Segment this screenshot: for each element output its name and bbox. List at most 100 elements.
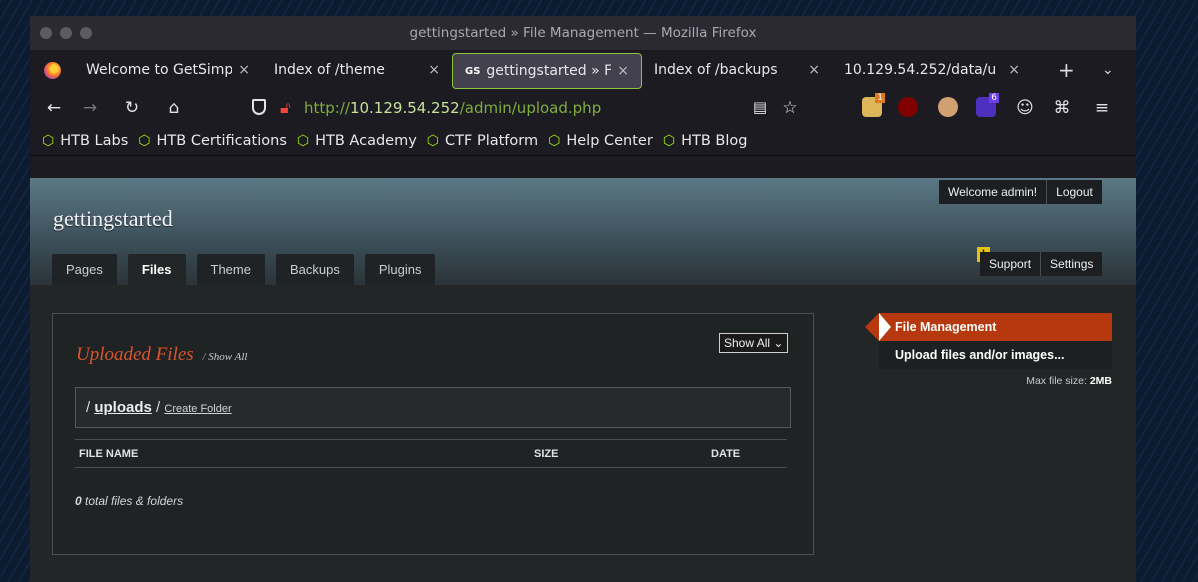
htb-cube-icon: ⬡	[296, 132, 310, 149]
bookmark-label: HTB Blog	[681, 132, 748, 149]
page-content: gettingstarted Welcome admin! Logout ! S…	[30, 178, 1136, 582]
tab-label: gettingstarted » F	[486, 63, 612, 79]
home-button[interactable]: ⌂	[164, 98, 184, 118]
extension-badge: 1	[875, 93, 885, 103]
htb-cube-icon: ⬡	[548, 132, 561, 149]
bookmark-htb-academy[interactable]: ⬡ HTB Academy	[297, 133, 417, 149]
forward-button[interactable]: →	[80, 98, 100, 118]
browser-window: gettingstarted » File Management — Mozil…	[30, 16, 1136, 582]
url-scheme: http://	[304, 99, 350, 117]
extension-icon[interactable]: 1	[862, 93, 885, 117]
create-folder-link[interactable]: Create Folder	[164, 403, 231, 415]
gs-favicon: GS	[465, 65, 481, 77]
tab-label: Index of /backups	[654, 62, 778, 78]
bookmark-ctf-platform[interactable]: ⬡ CTF Platform	[427, 133, 538, 149]
tracking-protection-shield-icon[interactable]	[252, 99, 266, 115]
support-menu: Support Settings	[980, 252, 1103, 276]
hamburger-menu-icon[interactable]: ≡	[1092, 98, 1112, 118]
bookmark-label: CTF Platform	[445, 132, 539, 149]
extension-icon[interactable]	[938, 97, 958, 117]
tab-data-uploads[interactable]: 10.129.54.252/data/u ×	[832, 50, 1032, 90]
max-file-size: Max file size: 2MB	[879, 375, 1112, 387]
firefox-menu-button[interactable]	[30, 61, 74, 79]
site-title[interactable]: gettingstarted	[53, 206, 173, 232]
uploads-folder-link[interactable]: uploads	[94, 399, 152, 416]
reload-button[interactable]: ↻	[122, 98, 142, 118]
path-root: /	[86, 399, 91, 416]
file-table-header: FILE NAME SIZE DATE	[75, 439, 787, 468]
bookmark-star-icon[interactable]: ☆	[780, 98, 800, 118]
page-action-icon[interactable]: ▤	[750, 98, 770, 116]
tab-close-button[interactable]: ×	[617, 63, 629, 79]
bookmark-label: HTB Academy	[315, 132, 417, 149]
list-all-tabs-button[interactable]: ⌄	[1102, 50, 1114, 90]
tab-files[interactable]: Files	[127, 254, 186, 285]
cookie-icon[interactable]: ☺	[1015, 98, 1035, 118]
htb-cube-icon: ⬡	[662, 132, 676, 149]
file-panel: Uploaded Files / Show All Show All ⌄ / u…	[52, 313, 814, 555]
sidebar-item-upload[interactable]: Upload files and/or images...	[879, 341, 1112, 369]
tab-index-theme[interactable]: Index of /theme ×	[262, 50, 452, 90]
tab-pages[interactable]: Pages	[52, 254, 117, 285]
minimize-window-button[interactable]	[60, 27, 72, 39]
back-button[interactable]: ←	[44, 98, 64, 118]
uploaded-files-heading: Uploaded Files / Show All	[76, 344, 247, 366]
new-tab-button[interactable]: +	[1058, 50, 1075, 90]
tab-close-button[interactable]: ×	[1008, 62, 1020, 78]
htb-cube-icon: ⬡	[138, 132, 151, 149]
tab-file-management[interactable]: GS gettingstarted » F ×	[452, 53, 642, 89]
main-nav-tabs: Pages Files Theme Backups Plugins	[52, 254, 436, 285]
extensions-icon[interactable]: ⌘	[1052, 98, 1072, 118]
heading-separator: /	[202, 351, 206, 363]
bookmark-htb-blog[interactable]: ⬡ HTB Blog	[663, 133, 748, 149]
bookmarks-toolbar: ⬡ HTB Labs ⬡ HTB Certifications ⬡ HTB Acade…	[30, 126, 1136, 156]
tab-theme[interactable]: Theme	[196, 254, 265, 285]
logout-button[interactable]: Logout	[1046, 180, 1102, 204]
support-button[interactable]: Support	[980, 252, 1041, 276]
show-all-link[interactable]: Show All	[208, 351, 247, 363]
bookmark-htb-certifications[interactable]: ⬡ HTB Certifications	[138, 133, 287, 149]
bookmark-htb-labs[interactable]: ⬡ HTB Labs	[42, 133, 128, 149]
close-window-button[interactable]	[40, 27, 52, 39]
tab-backups[interactable]: Backups	[275, 254, 354, 285]
tab-close-button[interactable]: ×	[428, 62, 440, 78]
bookmark-help-center[interactable]: ⬡ Help Center	[548, 133, 653, 149]
url-host: 10.129.54.252	[349, 99, 460, 117]
tab-plugins[interactable]: Plugins	[364, 254, 436, 285]
htb-cube-icon: ⬡	[42, 132, 55, 149]
bookmark-label: Help Center	[566, 132, 653, 149]
tab-label: 10.129.54.252/data/u	[844, 62, 997, 78]
tab-welcome[interactable]: Welcome to GetSimp ×	[74, 50, 262, 90]
sidebar-item-label: Upload files and/or images...	[895, 348, 1065, 362]
total-files-summary: 0 total files & folders	[75, 494, 183, 508]
total-label: total files & folders	[85, 494, 184, 508]
user-menu: Welcome admin! Logout	[939, 180, 1102, 204]
tab-index-backups[interactable]: Index of /backups ×	[642, 50, 832, 90]
tab-close-button[interactable]: ×	[808, 62, 820, 78]
tab-strip: Welcome to GetSimp × Index of /theme × G…	[30, 50, 1136, 90]
url-path: /admin/upload.php	[459, 99, 602, 117]
filter-select[interactable]: Show All ⌄	[719, 333, 789, 353]
site-header: gettingstarted Welcome admin! Logout ! S…	[30, 178, 1136, 285]
max-size-label: Max file size:	[1026, 375, 1087, 387]
tab-close-button[interactable]: ×	[238, 62, 250, 78]
column-date: DATE	[711, 448, 741, 460]
extension-icon[interactable]: 6	[976, 93, 999, 117]
breadcrumb: / uploads / Create Folder	[75, 387, 791, 428]
navigation-bar: ← → ↻ ⌂ 🔓︎ http://10.129.54.252/admin/up…	[30, 90, 1136, 126]
insecure-lock-icon[interactable]: 🔓︎	[280, 98, 290, 118]
heading-text: Uploaded Files	[76, 344, 194, 365]
sidebar-item-file-management[interactable]: File Management	[865, 313, 1112, 341]
sidebar: File Management Upload files and/or imag…	[865, 313, 1112, 387]
url-bar[interactable]: http://10.129.54.252/admin/upload.php	[304, 99, 601, 117]
max-size-value: 2MB	[1089, 375, 1112, 387]
tab-label: Index of /theme	[274, 62, 385, 78]
maximize-window-button[interactable]	[80, 27, 92, 39]
bookmark-label: HTB Labs	[60, 132, 129, 149]
htb-cube-icon: ⬡	[426, 132, 440, 149]
settings-button[interactable]: Settings	[1040, 252, 1103, 276]
ublock-icon[interactable]	[898, 97, 918, 117]
window-title: gettingstarted » File Management — Mozil…	[409, 25, 757, 41]
welcome-admin-link[interactable]: Welcome admin!	[939, 180, 1047, 204]
extension-badge: 6	[989, 93, 999, 103]
